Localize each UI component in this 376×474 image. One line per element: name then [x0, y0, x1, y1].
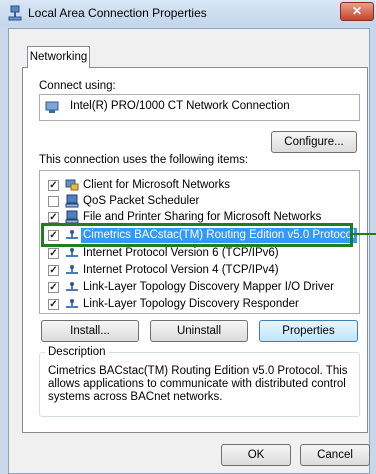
- list-item-label: Internet Protocol Version 4 (TCP/IPv4): [83, 264, 279, 276]
- properties-window: Local Area Connection Properties ✕ Netwo…: [0, 0, 376, 474]
- list-item-label: QoS Packet Scheduler: [83, 195, 200, 207]
- checkbox[interactable]: ✓: [48, 180, 59, 191]
- network-service-icon: [65, 194, 79, 208]
- items-label: This connection uses the following items…: [39, 154, 249, 166]
- list-item-ipv4[interactable]: ✓ Internet Protocol Version 4 (TCP/IPv4): [40, 262, 359, 279]
- configure-button[interactable]: Configure...: [271, 131, 357, 153]
- network-service-icon: [65, 210, 79, 224]
- list-item-lltd-responder[interactable]: ✓ Link-Layer Topology Discovery Responde…: [40, 296, 359, 313]
- title-bar[interactable]: Local Area Connection Properties ✕: [0, 0, 376, 26]
- network-adapter-icon: [45, 101, 59, 113]
- checkbox[interactable]: ✓: [48, 265, 59, 276]
- protocol-icon: [66, 282, 78, 291]
- install-button[interactable]: Install...: [41, 320, 139, 342]
- callout-line: [353, 233, 376, 235]
- network-connection-icon: [8, 5, 22, 21]
- ok-button[interactable]: OK: [221, 444, 291, 466]
- list-item-lltd-mapper[interactable]: ✓ Link-Layer Topology Discovery Mapper I…: [40, 279, 359, 296]
- list-item-label: Link-Layer Topology Discovery Mapper I/O…: [83, 281, 334, 293]
- description-title: Description: [45, 346, 109, 358]
- tab-networking[interactable]: Networking: [27, 46, 90, 68]
- protocol-icon: [66, 248, 78, 257]
- list-item-label: Client for Microsoft Networks: [83, 179, 230, 191]
- checkbox[interactable]: ✓: [48, 282, 59, 293]
- checkbox[interactable]: ✓: [48, 299, 59, 310]
- window-title: Local Area Connection Properties: [28, 6, 207, 20]
- description-text: Cimetrics BACstac(TM) Routing Edition v5…: [48, 365, 348, 403]
- protocol-icon: [66, 265, 78, 274]
- protocol-icon: [66, 299, 78, 308]
- adapter-name: Intel(R) PRO/1000 CT Network Connection: [70, 100, 290, 112]
- close-button[interactable]: ✕: [340, 2, 374, 21]
- checkbox[interactable]: ✓: [48, 212, 59, 223]
- list-item-label: Link-Layer Topology Discovery Responder: [83, 298, 299, 310]
- list-item-label: Internet Protocol Version 6 (TCP/IPv6): [83, 247, 279, 259]
- list-item-label: File and Printer Sharing for Microsoft N…: [83, 211, 322, 223]
- list-item-qos-packet-scheduler[interactable]: QoS Packet Scheduler: [40, 193, 359, 210]
- cancel-button[interactable]: Cancel: [300, 444, 370, 466]
- uninstall-button[interactable]: Uninstall: [150, 320, 248, 342]
- checkbox[interactable]: [48, 196, 59, 207]
- connect-using-label: Connect using:: [39, 80, 116, 92]
- network-client-icon: [65, 179, 79, 191]
- list-item-ipv6[interactable]: ✓ Internet Protocol Version 6 (TCP/IPv6): [40, 245, 359, 262]
- properties-button[interactable]: Properties: [259, 320, 358, 342]
- adapter-field: Intel(R) PRO/1000 CT Network Connection: [39, 94, 360, 121]
- checkbox[interactable]: ✓: [48, 248, 59, 259]
- list-item-client-for-microsoft-networks[interactable]: ✓ Client for Microsoft Networks: [40, 177, 359, 194]
- selection-highlight-frame: [41, 223, 353, 247]
